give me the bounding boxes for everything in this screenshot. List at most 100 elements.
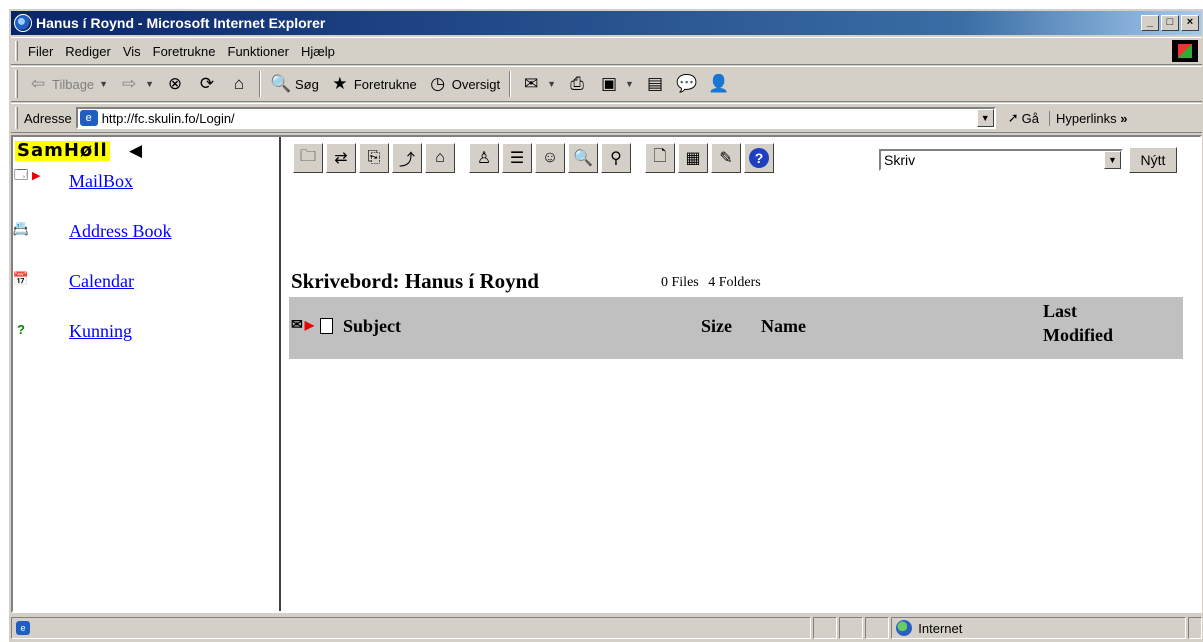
favorites-label: Foretrukne [353, 76, 417, 92]
chevron-right-icon: » [1120, 110, 1128, 126]
contacts-button[interactable]: 👤 [703, 69, 735, 99]
forward-button[interactable]: ⇨ ▼ [113, 69, 159, 99]
history-button[interactable]: ◷ Oversigt [422, 69, 505, 99]
refresh-icon: ⟳ [199, 74, 215, 93]
window-title: Hanus í Roynd - Microsoft Internet Explo… [36, 15, 326, 31]
title-bar[interactable]: Hanus í Roynd - Microsoft Internet Explo… [11, 11, 1202, 35]
folder-counts: 0 Files 4 Folders [661, 275, 761, 291]
history-label: Oversigt [451, 76, 501, 92]
hyperlinks-button[interactable]: Hyperlinks » [1048, 110, 1128, 126]
menu-vis[interactable]: Vis [117, 44, 147, 59]
messenger-button[interactable]: 💬 [671, 69, 703, 99]
forward-arrow-icon: ⇨ [121, 74, 137, 93]
chevron-down-icon[interactable]: ▼ [1104, 151, 1121, 169]
column-subject[interactable]: Subject [343, 316, 401, 337]
globe-icon [896, 620, 913, 636]
discuss-button[interactable]: ▤ [639, 69, 671, 99]
calendar-icon: 📅 [12, 271, 30, 286]
minimize-button[interactable]: _ [1141, 15, 1159, 31]
sidebar-item-kunning[interactable]: ? [13, 321, 29, 337]
menu-grip[interactable] [15, 40, 18, 62]
standard-toolbar: ⇦ Tilbage ▼ ⇨ ▼ ⊗ ⟳ ⌂ 🔍 Søg ★ Foretrukne… [11, 66, 1202, 102]
address-url[interactable]: http://fc.skulin.fo/Login/ [102, 111, 977, 126]
document-icon: ▤ [646, 74, 663, 93]
sidebar-link-calendar[interactable]: Calendar [69, 271, 134, 292]
toolbar-grip[interactable] [15, 70, 18, 98]
column-last-modified[interactable]: Last Modified [1043, 299, 1113, 347]
browser-window: Hanus í Roynd - Microsoft Internet Explo… [8, 8, 1203, 642]
menu-foretrukne[interactable]: Foretrukne [147, 44, 222, 59]
app-toolbar: 🗀 ⇄ ⎘ ⤴ ⌂ ♙ ☰ ☺ 🔍 ⚲ 🗋 ▦ ✎ ? [293, 143, 774, 173]
go-button[interactable]: ➚ Gå [1008, 110, 1039, 126]
address-dropdown-button[interactable]: ▼ [976, 109, 994, 127]
home-button[interactable]: ⌂ [223, 69, 255, 99]
favorites-button[interactable]: ★ Foretrukne [324, 69, 422, 99]
sidebar-item-mailbox[interactable]: 🗔 ▶ [13, 167, 41, 185]
address-bar: Adresse e http://fc.skulin.fo/Login/ ▼ ➚… [11, 103, 1202, 133]
menu-bar: Filer Rediger Vis Foretrukne Funktioner … [11, 37, 1202, 65]
back-button[interactable]: ⇦ Tilbage ▼ [22, 69, 113, 99]
menu-rediger[interactable]: Rediger [59, 44, 117, 59]
list-icon[interactable]: ☰ [502, 143, 532, 173]
ie-logo-icon [14, 14, 32, 32]
go-arrow-icon: ➚ [1007, 110, 1019, 125]
action-select[interactable]: Skriv ▼ [879, 149, 1123, 171]
up-folder-icon[interactable]: ⤴ [392, 143, 422, 173]
user-icon[interactable]: ♙ [469, 143, 499, 173]
edit-button[interactable]: ▣ ▼ [593, 69, 639, 99]
new-button[interactable]: Nýtt [1129, 147, 1177, 173]
brand-logo: SamHøll [15, 140, 110, 161]
sidebar-link-mailbox[interactable]: MailBox [69, 171, 133, 192]
chevron-down-icon: ▼ [547, 79, 557, 89]
address-grip[interactable] [15, 106, 18, 130]
menu-filer[interactable]: Filer [22, 44, 59, 59]
move-icon[interactable]: ⇄ [326, 143, 356, 173]
refresh-button[interactable]: ⟳ [191, 69, 223, 99]
toolbar-separator [509, 71, 512, 97]
history-icon: ◷ [430, 74, 446, 93]
find-icon[interactable]: ⚲ [601, 143, 631, 173]
chevron-down-icon: ▼ [99, 79, 109, 89]
stop-button[interactable]: ⊗ [159, 69, 191, 99]
close-button[interactable]: × [1181, 15, 1199, 31]
help-icon: ? [749, 148, 769, 168]
copy-icon[interactable]: ⎘ [359, 143, 389, 173]
sidebar-link-address-book[interactable]: Address Book [69, 221, 172, 242]
search-icon[interactable]: 🔍 [568, 143, 598, 173]
new-document-icon[interactable]: 🗋 [645, 143, 675, 173]
column-size[interactable]: Size [701, 316, 732, 337]
hyperlinks-label: Hyperlinks [1055, 110, 1117, 126]
status-pane [813, 617, 838, 639]
sidebar-item-address-book[interactable]: 📇 [13, 221, 29, 237]
address-input[interactable]: e http://fc.skulin.fo/Login/ ▼ [75, 107, 996, 129]
edit-user-icon[interactable]: ✎ [711, 143, 741, 173]
column-name[interactable]: Name [761, 316, 806, 337]
help-button[interactable]: ? [744, 143, 774, 173]
sidebar-link-kunning[interactable]: Kunning [69, 321, 132, 342]
folder-title: Skrivebord: Hanus í Roynd [291, 269, 539, 293]
maximize-button[interactable]: □ [1161, 15, 1179, 31]
page-content: SamHøll ◀ 🗔 ▶ MailBox 📇 Address Book 📅 C… [11, 135, 1202, 613]
flag-icon[interactable]: ▶ [305, 318, 314, 333]
new-folder-icon[interactable]: 🗀 [293, 143, 323, 173]
flag-icon: ▶ [32, 170, 41, 182]
sidebar-item-calendar[interactable]: 📅 [13, 271, 29, 287]
collapse-arrow-icon[interactable]: ◀ [129, 141, 142, 161]
resize-grip[interactable] [1188, 617, 1202, 639]
address-book-icon: 📇 [12, 221, 30, 236]
menu-hjaelp[interactable]: Hjælp [295, 44, 341, 59]
document-icon[interactable] [319, 317, 333, 334]
home-icon: ⌂ [233, 74, 245, 93]
search-button[interactable]: 🔍 Søg [265, 69, 324, 99]
envelope-icon[interactable]: ✉ [291, 317, 303, 334]
properties-icon[interactable]: ▦ [678, 143, 708, 173]
contacts-icon[interactable]: ☺ [535, 143, 565, 173]
mail-button[interactable]: ✉ ▼ [515, 69, 561, 99]
favorites-icon: ★ [332, 74, 348, 93]
print-button[interactable]: ⎙ [561, 69, 593, 99]
home-folder-icon[interactable]: ⌂ [425, 143, 455, 173]
menu-funktioner[interactable]: Funktioner [222, 44, 295, 59]
go-label: Gå [1021, 110, 1039, 126]
edit-icon: ▣ [601, 74, 618, 93]
security-zone[interactable]: Internet [891, 617, 1187, 639]
